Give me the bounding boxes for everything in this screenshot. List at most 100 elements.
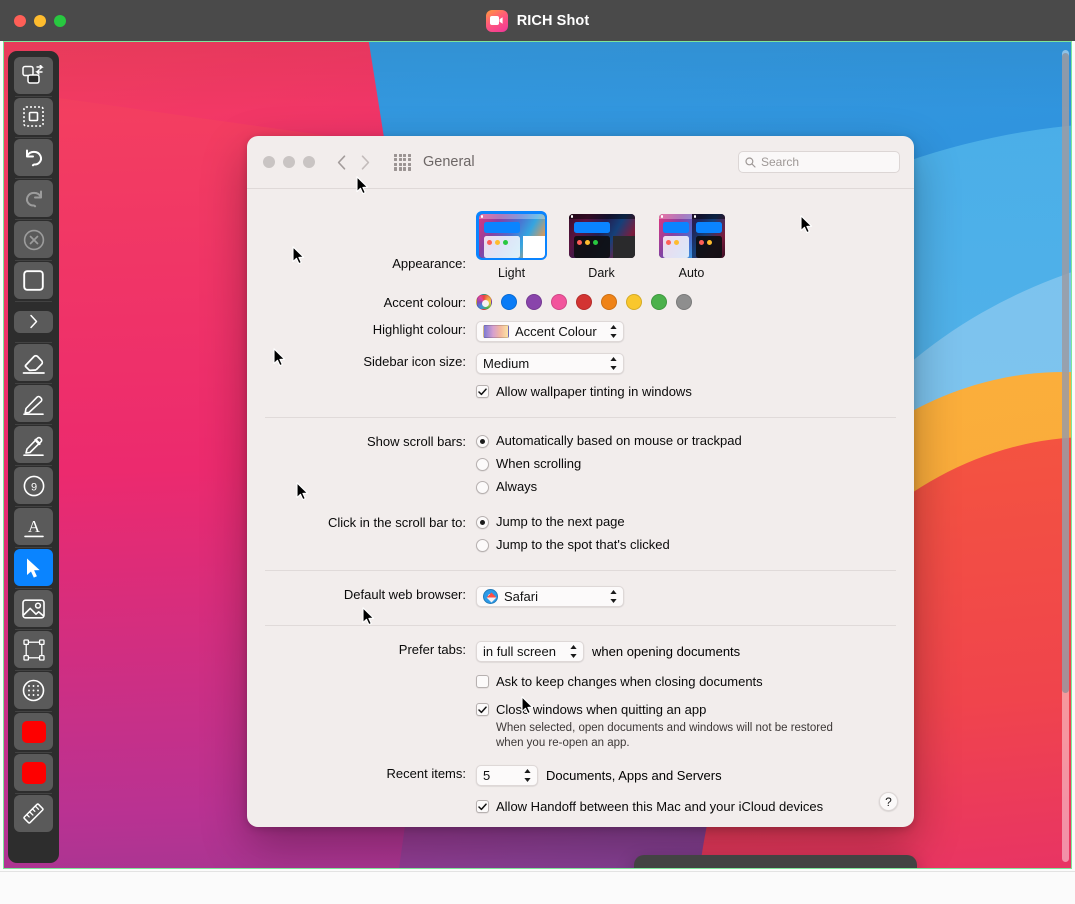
- scrollbar-scrolling-radio[interactable]: When scrolling: [476, 456, 914, 471]
- clear-tool[interactable]: [12, 219, 55, 260]
- undo-tool[interactable]: [12, 137, 55, 178]
- accent-orange[interactable]: [601, 294, 617, 310]
- handoff-label: Allow Handoff between this Mac and your …: [496, 799, 824, 814]
- chevron-left-icon[interactable]: [334, 152, 349, 172]
- appearance-dark[interactable]: Dark: [566, 211, 637, 280]
- accent-colour-chip-icon: [483, 325, 509, 338]
- step-number-tool[interactable]: 9: [12, 465, 55, 506]
- pencil-tool[interactable]: [12, 383, 55, 424]
- recent-items-label: Recent items:: [386, 766, 466, 781]
- accent-multicolour[interactable]: [476, 294, 492, 310]
- scrollbar-always-radio[interactable]: Always: [476, 479, 914, 494]
- marker-icon: [22, 434, 45, 456]
- appearance-auto[interactable]: Auto: [656, 211, 727, 280]
- redo-arrow-icon: [23, 189, 45, 209]
- image-tool[interactable]: [12, 588, 55, 629]
- marquee-select-tool[interactable]: [12, 96, 55, 137]
- svg-text:9: 9: [30, 481, 36, 493]
- scrollclick-spot-radio[interactable]: Jump to the spot that's clicked: [476, 537, 914, 552]
- crop-tool[interactable]: [12, 629, 55, 670]
- help-button[interactable]: ?: [879, 792, 898, 811]
- shape-tool[interactable]: [12, 260, 55, 301]
- appearance-options: Light Dark Auto: [476, 211, 914, 280]
- accent-colour-swatches: [476, 294, 914, 310]
- checkbox-checked-icon: [476, 703, 489, 716]
- scroll-bar-click-row: Click in the scroll bar to: Jump to the …: [247, 494, 914, 552]
- accent-pink[interactable]: [551, 294, 567, 310]
- scrollbar-auto-radio[interactable]: Automatically based on mouse or trackpad: [476, 433, 914, 448]
- swap-rectangles-icon: [22, 65, 45, 86]
- default-web-browser-label: Default web browser:: [343, 587, 466, 602]
- scrollclick-next-page-radio[interactable]: Jump to the next page: [476, 514, 914, 529]
- sidebar-icon-size-value: Medium: [483, 356, 530, 371]
- accent-red[interactable]: [576, 294, 592, 310]
- app-title-group: RICH Shot: [0, 0, 1075, 41]
- redo-tool[interactable]: [12, 178, 55, 219]
- accent-purple[interactable]: [526, 294, 542, 310]
- chevron-updown-icon: [567, 643, 580, 660]
- highlight-colour-select[interactable]: Accent Colour: [476, 321, 624, 342]
- handoff-checkbox[interactable]: Allow Handoff between this Mac and your …: [476, 799, 914, 814]
- scrollclick-next-page-label: Jump to the next page: [496, 514, 625, 529]
- recent-items-row: Recent items: 5 Documents, Apps and Serv…: [247, 751, 914, 786]
- scrollbar-scrolling-label: When scrolling: [496, 456, 582, 471]
- pencil-icon: [22, 393, 45, 415]
- pointer-tool[interactable]: [12, 547, 55, 588]
- help-label: ?: [885, 794, 892, 809]
- text-tool[interactable]: A: [12, 506, 55, 547]
- fill-colour-swatch[interactable]: [12, 752, 55, 793]
- prefs-minimise-button[interactable]: [283, 156, 295, 168]
- swap-shapes-tool[interactable]: [12, 55, 55, 96]
- shape-more-tool[interactable]: [12, 301, 55, 342]
- appearance-light[interactable]: Light: [476, 211, 547, 280]
- prefer-tabs-value: in full screen: [483, 644, 556, 659]
- chevron-right-icon[interactable]: [358, 152, 373, 172]
- colour-swatch-icon: [21, 720, 46, 743]
- appearance-row: Appearance: Light Dark Auto: [247, 189, 914, 280]
- video-camera-icon: [485, 9, 508, 32]
- crop-handles-icon: [22, 638, 45, 661]
- highlight-colour-value: Accent Colour: [515, 324, 597, 339]
- scrollbar-always-label: Always: [496, 479, 538, 494]
- close-windows-checkbox[interactable]: Close windows when quitting an app: [476, 702, 914, 717]
- capture-scrollbar[interactable]: [1062, 50, 1069, 862]
- undo-arrow-icon: [23, 148, 45, 168]
- appearance-light-label: Light: [497, 266, 526, 280]
- prefs-zoom-button[interactable]: [303, 156, 315, 168]
- accent-blue[interactable]: [501, 294, 517, 310]
- search-icon: [745, 156, 756, 168]
- ask-keep-changes-checkbox[interactable]: Ask to keep changes when closing documen…: [476, 674, 914, 689]
- stroke-colour-swatch[interactable]: [12, 711, 55, 752]
- recent-items-suffix: Documents, Apps and Servers: [546, 768, 722, 783]
- accent-yellow[interactable]: [626, 294, 642, 310]
- safari-icon: [483, 589, 498, 604]
- accent-graphite[interactable]: [676, 294, 692, 310]
- wallpaper-tinting-checkbox[interactable]: Allow wallpaper tinting in windows: [476, 384, 914, 399]
- recent-items-select[interactable]: 5: [476, 765, 538, 786]
- prefer-tabs-select[interactable]: in full screen: [476, 641, 584, 662]
- scroll-bar-click-label: Click in the scroll bar to:: [328, 515, 466, 530]
- ruler-tool[interactable]: [12, 793, 55, 834]
- chevron-updown-icon: [607, 323, 620, 340]
- screenshot-capture-area[interactable]: General Search Appearance: Light Dark Au…: [3, 41, 1072, 869]
- default-web-browser-select[interactable]: Safari: [476, 586, 624, 607]
- ask-keep-changes-label: Ask to keep changes when closing documen…: [496, 674, 763, 689]
- prefs-close-button[interactable]: [263, 156, 275, 168]
- accent-green[interactable]: [651, 294, 667, 310]
- recent-items-value: 5: [483, 768, 491, 783]
- wallpaper-tinting-label: Allow wallpaper tinting in windows: [496, 384, 692, 399]
- eraser-tool[interactable]: [12, 342, 55, 383]
- radio-unselected-icon: [476, 457, 489, 471]
- capture-scrollbar-thumb[interactable]: [1062, 53, 1069, 693]
- appearance-dark-label: Dark: [588, 266, 615, 280]
- blur-tool[interactable]: [12, 670, 55, 711]
- show-all-grid-icon[interactable]: [394, 153, 411, 171]
- wallpaper-tinting-row: Allow wallpaper tinting in windows: [247, 374, 914, 399]
- sidebar-icon-size-select[interactable]: Medium: [476, 353, 624, 374]
- svg-text:A: A: [27, 517, 40, 536]
- close-windows-row: Close windows when quitting an app When …: [247, 689, 914, 751]
- accent-colour-row: Accent colour:: [247, 280, 914, 311]
- search-input[interactable]: Search: [738, 151, 900, 173]
- handoff-row: Allow Handoff between this Mac and your …: [247, 786, 914, 814]
- marker-tool[interactable]: [12, 424, 55, 465]
